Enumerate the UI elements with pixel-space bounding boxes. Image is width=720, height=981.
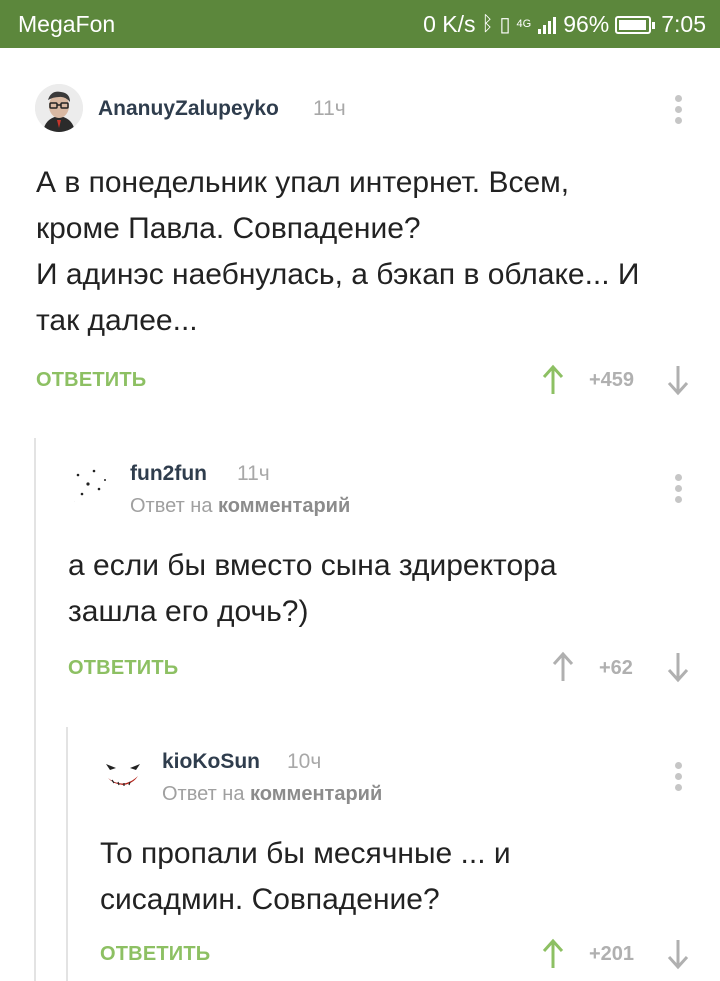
- avatar-joker-icon: [106, 764, 140, 786]
- avatar[interactable]: [68, 462, 114, 508]
- downvote-icon[interactable]: [666, 364, 690, 396]
- comment-line: То пропали бы месячные ... и: [100, 837, 511, 870]
- more-options-icon[interactable]: [673, 474, 683, 504]
- comment-line: И адинэс наебнулась, а бэкап в облаке...…: [36, 258, 640, 291]
- upvote-icon[interactable]: [541, 364, 565, 396]
- comment-text: То пропали бы месячные ... и сисадмин. С…: [100, 831, 700, 923]
- comment-time: 11ч: [237, 462, 270, 485]
- avatar[interactable]: [35, 84, 83, 132]
- comment-line: так далее...: [36, 304, 198, 337]
- rating: +459: [589, 369, 635, 391]
- upvote-icon[interactable]: [541, 938, 565, 970]
- avatar-sparkle-icon: [73, 469, 106, 503]
- upvote-icon[interactable]: [551, 651, 575, 683]
- battery-fill: [619, 19, 647, 30]
- battery-icon: [615, 15, 656, 34]
- carrier-name: MegaFon: [18, 11, 116, 37]
- reply-to-label: Ответ на комментарий: [130, 495, 350, 518]
- reply-to-prefix: Ответ на: [130, 495, 213, 517]
- signal-icon: [538, 16, 557, 34]
- more-options-icon[interactable]: [673, 95, 683, 125]
- status-icons: 0 K/s ᛒ ▯ 4G 96% 7:05: [423, 11, 706, 38]
- reply-button[interactable]: ОТВЕТИТЬ: [100, 943, 210, 966]
- rating: +201: [589, 943, 635, 965]
- comment-line: зашла его дочь?): [68, 595, 309, 628]
- clock: 7:05: [661, 11, 706, 37]
- comment-line: сисадмин. Совпадение?: [100, 883, 440, 916]
- comment-time: 10ч: [287, 750, 322, 773]
- reply-to-label: Ответ на комментарий: [162, 783, 382, 806]
- downvote-icon[interactable]: [666, 651, 690, 683]
- comment-text: а если бы вместо сына здиректора зашла е…: [68, 543, 698, 635]
- reply-to-prefix: Ответ на: [162, 783, 245, 805]
- thread-line: [34, 438, 36, 981]
- avatar-portrait-icon: [35, 84, 83, 132]
- reply-to-link[interactable]: комментарий: [250, 783, 382, 805]
- username[interactable]: fun2fun: [130, 462, 207, 486]
- comment-line: а если бы вместо сына здиректора: [68, 549, 557, 582]
- status-bar: MegaFon 0 K/s ᛒ ▯ 4G 96% 7:05: [0, 0, 720, 48]
- more-options-icon[interactable]: [673, 762, 683, 792]
- comment-text: А в понедельник упал интернет. Всем, кро…: [36, 160, 696, 344]
- avatar[interactable]: [100, 750, 146, 796]
- username[interactable]: kioKoSun: [162, 750, 260, 774]
- reply-button[interactable]: ОТВЕТИТЬ: [36, 369, 146, 392]
- rating: +62: [599, 657, 633, 679]
- thread-line: [66, 727, 68, 981]
- reply-button[interactable]: ОТВЕТИТЬ: [68, 657, 178, 680]
- downvote-icon[interactable]: [666, 938, 690, 970]
- battery-percent: 96%: [563, 11, 610, 37]
- vibrate-icon: ▯: [499, 14, 511, 36]
- username[interactable]: AnanuyZalupeyko: [98, 97, 279, 121]
- network-speed: 0 K/s: [423, 11, 476, 37]
- bluetooth-icon: ᛒ: [481, 13, 494, 35]
- reply-to-link[interactable]: комментарий: [218, 495, 350, 517]
- comment-line: А в понедельник упал интернет. Всем,: [36, 166, 570, 199]
- comment-line: кроме Павла. Совпадение?: [36, 212, 421, 245]
- network-type: 4G: [516, 18, 532, 30]
- comment-time: 11ч: [313, 97, 346, 120]
